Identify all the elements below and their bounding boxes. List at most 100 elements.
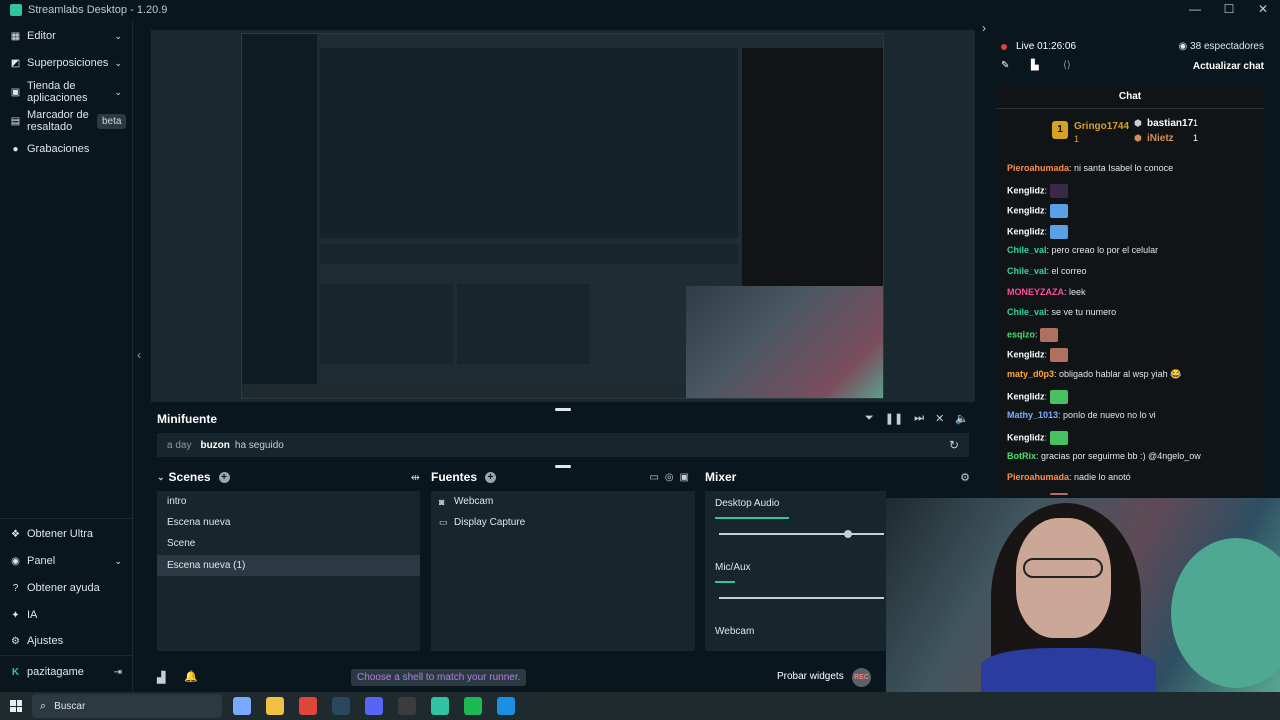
sidebar-item-grabaciones[interactable]: ● Grabaciones bbox=[0, 142, 133, 156]
sidebar-item-obtener-ultra[interactable]: ❖ Obtener Ultra bbox=[0, 527, 133, 541]
transition-icon[interactable]: ⇹ bbox=[411, 471, 420, 484]
chat-message: Mathy_1013: ponlo de nuevo no lo vi bbox=[1007, 410, 1156, 420]
source-item-webcam[interactable]: ◙ Webcam bbox=[431, 491, 493, 512]
replay-icon[interactable]: ↻ bbox=[949, 438, 959, 452]
streamlabs-icon[interactable] bbox=[431, 697, 449, 715]
sidebar-item-ia[interactable]: ✦ IA bbox=[0, 608, 133, 622]
sidebar-item-editor[interactable]: ▦ Editor ⌄ bbox=[0, 29, 133, 43]
scene-item[interactable]: intro bbox=[157, 491, 420, 512]
chat-panel[interactable]: Chat 1 Gringo1744 1 ⬢ bastian17 1 ⬢ iNie… bbox=[996, 84, 1264, 495]
chat-username[interactable]: BotRix bbox=[1007, 451, 1036, 461]
chat-username[interactable]: Kenglidz bbox=[1007, 206, 1045, 216]
chat-username[interactable]: Chile_val bbox=[1007, 245, 1047, 255]
filter-icon[interactable]: ⏷ bbox=[865, 412, 874, 425]
chat-message: BotRix: gracias por seguirme bb :) @4nge… bbox=[1007, 451, 1201, 461]
scene-item[interactable]: Scene bbox=[157, 533, 420, 554]
skip-icon[interactable]: ⏭ bbox=[914, 412, 924, 425]
add-source-button[interactable]: + bbox=[485, 471, 497, 483]
user-profile[interactable]: K pazitagame ⇥ bbox=[0, 665, 133, 679]
chat-username[interactable]: Kenglidz bbox=[1007, 494, 1045, 495]
source-item-display-capture[interactable]: ▭ Display Capture bbox=[431, 512, 525, 533]
chat-username[interactable]: Pieroahumada bbox=[1007, 472, 1069, 482]
copilot-icon[interactable] bbox=[233, 697, 251, 715]
scene-item-selected[interactable]: Escena nueva (1) bbox=[157, 555, 420, 576]
scene-item[interactable]: Escena nueva bbox=[157, 512, 420, 533]
volume-slider[interactable] bbox=[719, 597, 884, 599]
chevron-right-icon[interactable]: › bbox=[982, 21, 986, 35]
chat-emote-icon bbox=[1049, 389, 1068, 404]
close-button[interactable]: ✕ bbox=[1246, 0, 1280, 18]
sidebar-item-label: Marcador de resaltado bbox=[27, 109, 89, 133]
shell-tip-banner[interactable]: Choose a shell to match your runner. bbox=[351, 669, 527, 686]
chrome-icon[interactable] bbox=[299, 697, 317, 715]
obs-icon[interactable] bbox=[398, 697, 416, 715]
audio-level-meter bbox=[715, 517, 790, 519]
layout-icon[interactable]: ▙ bbox=[1031, 60, 1039, 71]
chat-username[interactable]: Chile_val bbox=[1007, 307, 1047, 317]
mute-alerts-icon[interactable]: ✕ bbox=[935, 412, 944, 425]
chat-emote-icon bbox=[1049, 492, 1068, 495]
maximize-button[interactable]: ☐ bbox=[1212, 0, 1246, 18]
chat-emote-icon bbox=[1049, 224, 1068, 239]
sidebar-item-obtener-ayuda[interactable]: ? Obtener ayuda bbox=[0, 581, 133, 595]
chat-username[interactable]: Mathy_1013 bbox=[1007, 410, 1058, 420]
collapse-icon[interactable]: ⌄ bbox=[157, 472, 165, 483]
folder-icon[interactable] bbox=[266, 697, 284, 715]
windows-start-icon[interactable] bbox=[10, 700, 22, 712]
test-widgets-button[interactable]: Probar widgets bbox=[777, 671, 844, 682]
edit-icon[interactable]: ✎ bbox=[1001, 60, 1009, 71]
preview-webcam bbox=[686, 286, 883, 398]
taskbar-search[interactable]: ⌕ Buscar bbox=[32, 694, 222, 718]
highlight-icon: ▤ bbox=[10, 115, 21, 127]
notification-icon[interactable]: 🔔 bbox=[184, 670, 198, 683]
minimize-button[interactable]: — bbox=[1178, 0, 1212, 18]
chat-username[interactable]: Chile_val bbox=[1007, 266, 1047, 276]
scenes-panel: intro Escena nueva Scene Escena nueva (1… bbox=[157, 491, 420, 651]
chat-username[interactable]: maty_d0p3 bbox=[1007, 369, 1054, 379]
chevron-down-icon: ⌄ bbox=[114, 555, 122, 566]
chat-message: esqizo: bbox=[1007, 327, 1059, 342]
chevron-left-icon[interactable]: ‹ bbox=[137, 348, 141, 362]
chat-username[interactable]: Kenglidz bbox=[1007, 432, 1045, 442]
sidebar-item-tienda[interactable]: ▣ Tienda de aplicaciones ⌄ bbox=[0, 79, 133, 105]
chat-username[interactable]: esqizo bbox=[1007, 329, 1035, 339]
sidebar-item-superposiciones[interactable]: ◩ Superposiciones ⌄ bbox=[0, 56, 133, 70]
chat-username[interactable]: Kenglidz bbox=[1007, 391, 1045, 401]
sidebar-item-label: Obtener ayuda bbox=[27, 582, 100, 594]
viewer-count: ◉ 38 espectadores bbox=[1179, 41, 1264, 52]
chat-username[interactable]: Kenglidz bbox=[1007, 185, 1045, 195]
stream-preview[interactable]: ‹ bbox=[137, 30, 975, 402]
edge-icon[interactable] bbox=[497, 697, 515, 715]
discord-icon[interactable] bbox=[365, 697, 383, 715]
chat-message: Pieroahumada: ni santa Isabel lo conoce bbox=[1007, 163, 1173, 173]
refresh-chat-button[interactable]: Actualizar chat bbox=[1193, 61, 1264, 72]
steam-icon[interactable] bbox=[332, 697, 350, 715]
chat-username[interactable]: Pieroahumada bbox=[1007, 163, 1069, 173]
nested-sidebar bbox=[242, 34, 317, 398]
right-panel: › Live 01:26:06 ◉ 38 espectadores ✎ ▙ ⟨⟩… bbox=[982, 20, 1280, 495]
stats-icon[interactable]: ▟ bbox=[157, 671, 165, 684]
rec-button[interactable]: REC bbox=[852, 668, 871, 687]
record-icon: ● bbox=[12, 143, 19, 155]
share-icon[interactable]: ⟨⟩ bbox=[1063, 60, 1071, 71]
chat-username[interactable]: MONEYZAZA bbox=[1007, 287, 1064, 297]
grid-icon: ▦ bbox=[10, 30, 21, 42]
source-tools-icon[interactable]: ▭◎▣ bbox=[649, 472, 695, 483]
sidebar-item-panel[interactable]: ◉ Panel ⌄ bbox=[0, 554, 133, 568]
chat-emote-icon bbox=[1049, 430, 1068, 445]
spotify-icon[interactable] bbox=[464, 697, 482, 715]
chat-username[interactable]: Kenglidz bbox=[1007, 350, 1045, 360]
chat-message: Kenglidz: bbox=[1007, 348, 1068, 363]
mixer-settings-icon[interactable]: ⚙ bbox=[960, 471, 970, 484]
sidebar-item-ajustes[interactable]: ⚙ Ajustes bbox=[0, 634, 133, 648]
chat-separator: : bbox=[1044, 226, 1050, 237]
logout-icon[interactable]: ⇥ bbox=[114, 667, 122, 678]
volume-slider[interactable] bbox=[719, 533, 884, 535]
sidebar-item-marcador[interactable]: ▤ Marcador de resaltado beta bbox=[0, 108, 133, 134]
volume-icon[interactable]: 🔈 bbox=[955, 412, 969, 425]
pause-icon[interactable]: ❚❚ bbox=[885, 412, 903, 425]
chat-username[interactable]: Kenglidz bbox=[1007, 226, 1045, 236]
source-label: Webcam bbox=[454, 496, 494, 507]
add-scene-button[interactable]: + bbox=[218, 471, 230, 483]
volume-slider-knob[interactable] bbox=[843, 530, 852, 538]
